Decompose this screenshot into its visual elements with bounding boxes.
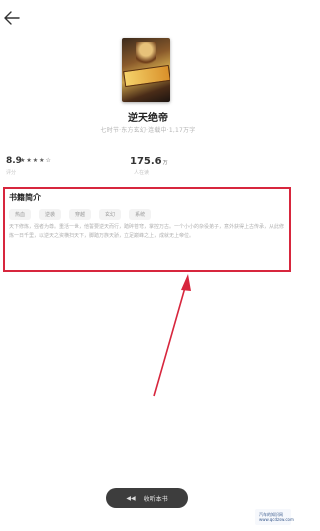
watermark-line2: www.qcdzsw.com xyxy=(259,517,294,522)
book-cover[interactable] xyxy=(122,38,170,102)
arrow-left-icon xyxy=(4,11,20,25)
book-intro-section: 书籍简介 热血 逆袭 穿越 玄幻 系统 天下修炼，强者为尊。重活一世，他誓要逆天… xyxy=(3,187,291,272)
book-meta: 七时节·东方玄幻·连载中·1,17万字 xyxy=(100,127,196,134)
reader-count-number: 175.6 xyxy=(130,156,162,167)
listen-label: 收听本书 xyxy=(143,495,168,503)
rating-caption: 评分 xyxy=(6,170,17,176)
tag-item[interactable]: 逆袭 xyxy=(39,209,62,220)
tag-item[interactable]: 玄幻 xyxy=(99,209,122,220)
tag-item[interactable]: 系统 xyxy=(129,209,152,220)
tag-item[interactable]: 穿越 xyxy=(69,209,92,220)
watermark: 汽车的知识网 www.qcdzsw.com xyxy=(255,509,294,525)
intro-heading: 书籍简介 xyxy=(9,193,41,202)
cover-title-art xyxy=(123,64,170,88)
tag-list: 热血 逆袭 穿越 玄幻 系统 xyxy=(9,209,289,220)
listen-button[interactable]: ◀◀ 收听本书 xyxy=(106,488,188,508)
cover-figure xyxy=(136,42,156,68)
rewind-icon: ◀◀ xyxy=(126,494,136,502)
reader-count-unit: 万 xyxy=(162,160,168,166)
reader-count: 175.6万 xyxy=(130,156,168,167)
book-title: 逆天绝帝 xyxy=(128,113,168,124)
back-button[interactable] xyxy=(4,10,20,25)
reader-count-caption: 人在读 xyxy=(134,170,150,176)
rating-stars: ★★★★☆ xyxy=(20,157,52,164)
intro-text: 天下修炼，强者为尊。重活一世，他誓要逆天而行，踏碎苍穹，掌控万古。一个小小的杂役… xyxy=(9,224,285,239)
tag-item[interactable]: 热血 xyxy=(9,209,32,220)
